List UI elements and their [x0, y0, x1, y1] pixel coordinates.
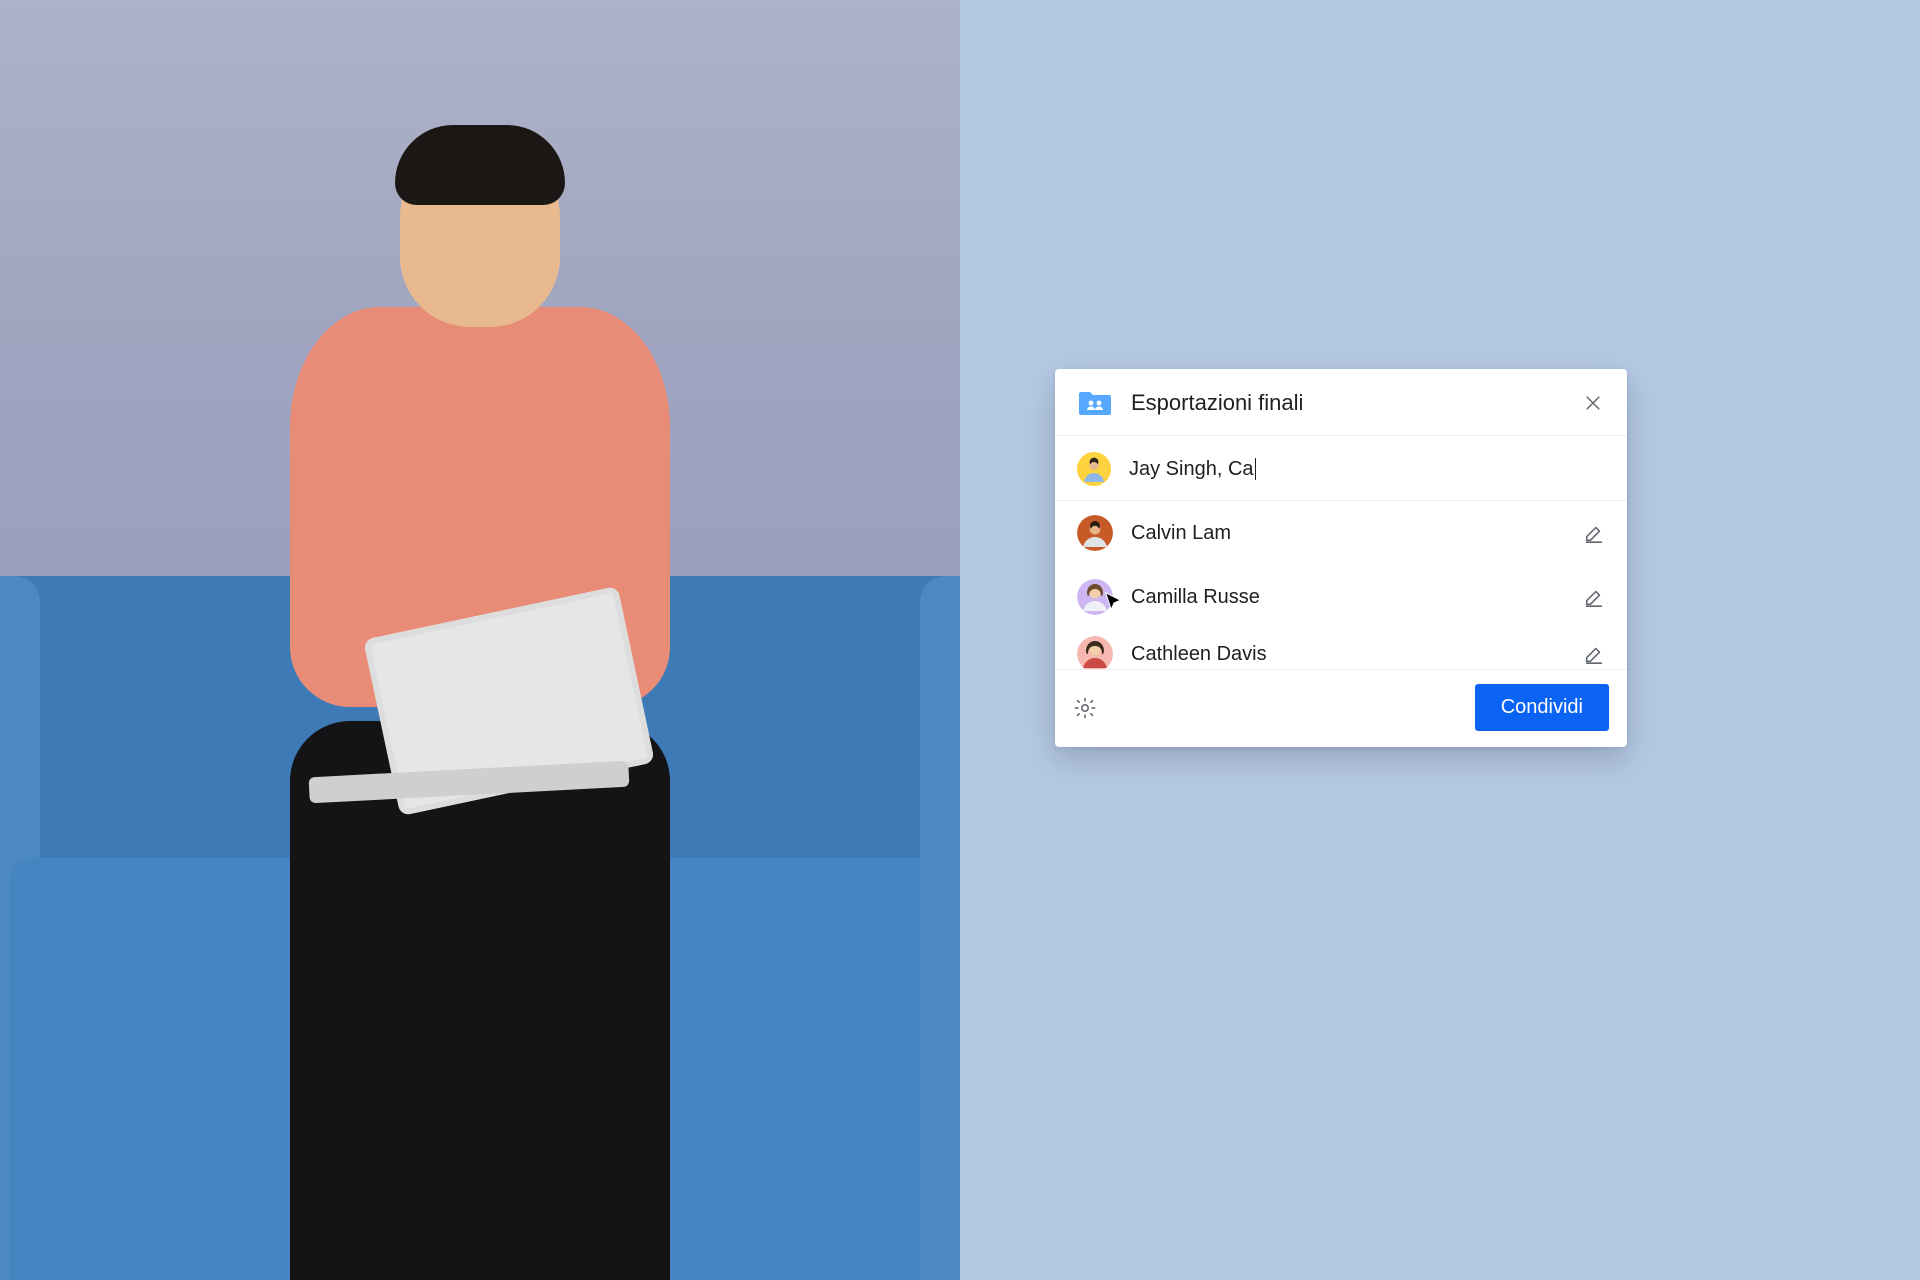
- close-button[interactable]: [1581, 391, 1605, 415]
- edit-permission-icon[interactable]: [1583, 586, 1605, 608]
- suggestion-row[interactable]: Camilla Russe: [1055, 565, 1627, 629]
- avatar: [1077, 636, 1113, 669]
- right-panel: Esportazioni finali: [960, 0, 1920, 1280]
- suggestion-name: Calvin Lam: [1131, 522, 1565, 545]
- input-chip-avatar: [1077, 452, 1111, 486]
- share-button[interactable]: Condividi: [1475, 684, 1609, 731]
- photo-panel: [0, 0, 960, 1280]
- dialog-header: Esportazioni finali: [1055, 369, 1627, 436]
- recipient-input[interactable]: Jay Singh, Ca: [1129, 458, 1256, 481]
- recipient-input-text: Jay Singh, Ca: [1129, 458, 1254, 481]
- text-caret: [1255, 458, 1257, 480]
- avatar: [1077, 515, 1113, 551]
- dialog-title: Esportazioni finali: [1131, 390, 1563, 416]
- settings-gear-icon[interactable]: [1073, 696, 1097, 720]
- suggestion-row[interactable]: Calvin Lam: [1055, 501, 1627, 565]
- suggestion-name: Cathleen Davis: [1131, 643, 1565, 666]
- suggestion-name: Camilla Russe: [1131, 586, 1565, 609]
- mouse-cursor-icon: [1103, 591, 1125, 613]
- shared-folder-icon: [1077, 389, 1113, 417]
- dialog-footer: Condividi: [1055, 669, 1627, 747]
- suggestion-row[interactable]: Cathleen Davis: [1055, 629, 1627, 669]
- illustration-person: [200, 64, 760, 1280]
- edit-permission-icon[interactable]: [1583, 522, 1605, 544]
- suggestion-list: Calvin Lam Camilla Russe: [1055, 501, 1627, 669]
- share-dialog: Esportazioni finali: [1055, 369, 1627, 747]
- recipient-input-row[interactable]: Jay Singh, Ca: [1055, 436, 1627, 501]
- edit-permission-icon[interactable]: [1583, 643, 1605, 665]
